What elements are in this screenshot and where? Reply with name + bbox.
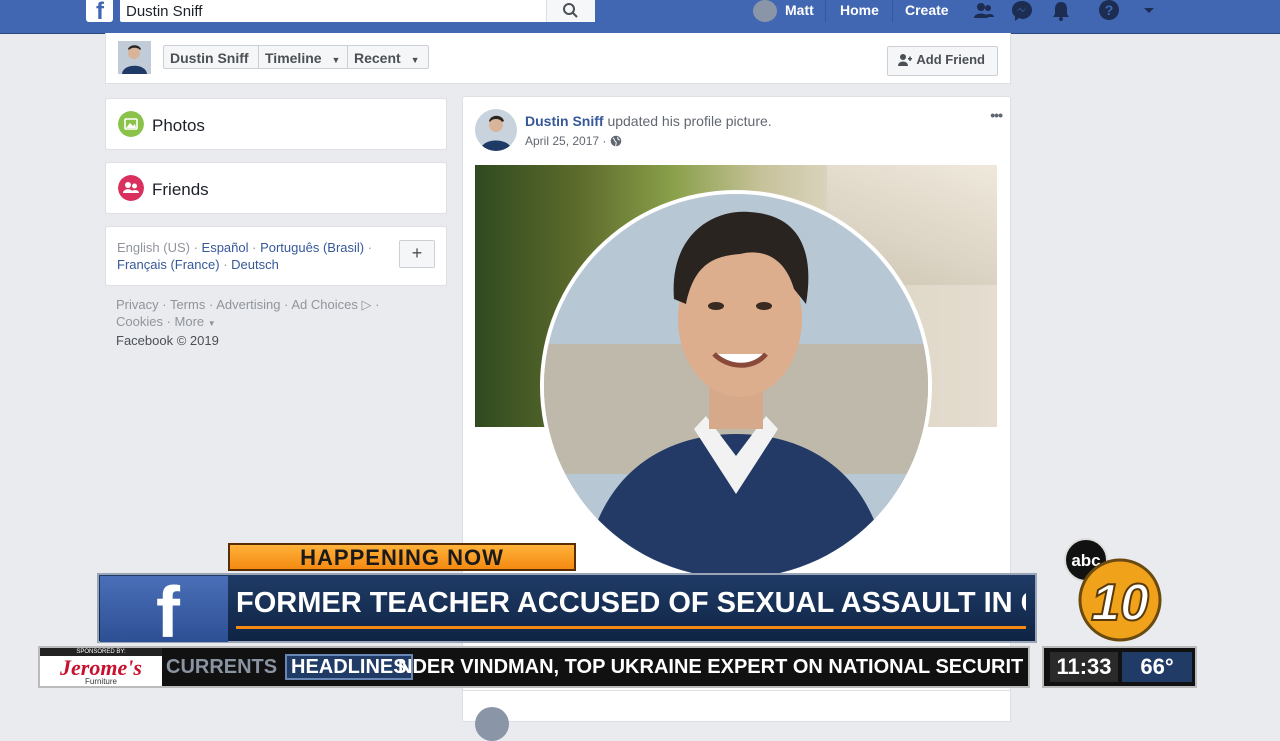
sponsor-subtitle: Furniture xyxy=(84,677,117,686)
search-bar xyxy=(120,0,595,22)
footer-ad-choices[interactable]: Ad Choices xyxy=(291,297,357,312)
profile-avatar-thumbnail[interactable] xyxy=(118,41,151,74)
timeline-label: Timeline xyxy=(265,50,322,66)
profile-name-button[interactable]: Dustin Sniff xyxy=(163,45,259,69)
footer-copyright: Facebook © 2019 xyxy=(116,333,219,348)
ticker-headlines-label: HEADLINES xyxy=(285,654,413,680)
author-avatar[interactable] xyxy=(475,109,517,151)
chevron-down-icon: ▼ xyxy=(207,319,216,328)
post-date[interactable]: April 25, 2017 xyxy=(525,134,599,148)
friends-section[interactable]: Friends xyxy=(105,162,447,214)
language-section: English (US) · Español · Português (Bras… xyxy=(105,226,447,286)
nav-user-name[interactable]: Matt xyxy=(785,2,814,18)
footer-links: Privacy · Terms · Advertising · Ad Choic… xyxy=(116,297,380,348)
person-portrait-icon xyxy=(544,194,928,578)
search-button[interactable] xyxy=(546,0,595,22)
facebook-logo-tile: f xyxy=(100,573,228,653)
help-icon[interactable]: ? xyxy=(1098,0,1120,22)
add-friend-label: Add Friend xyxy=(916,52,985,67)
account-menu-chevron-icon[interactable] xyxy=(1138,0,1160,22)
separator: · xyxy=(189,240,202,255)
headline-accent-line xyxy=(236,626,1026,629)
messenger-icon[interactable] xyxy=(1011,0,1033,22)
sponsor-logo: SPONSORED BY: Jerome's Furniture xyxy=(40,648,162,686)
chevron-down-icon: ▼ xyxy=(331,55,341,65)
add-friend-icon xyxy=(898,54,913,66)
nav-create[interactable]: Create xyxy=(905,2,949,18)
add-language-button[interactable]: + xyxy=(399,240,435,268)
ad-choices-icon: ▷ xyxy=(361,297,372,312)
profile-photo xyxy=(544,194,928,578)
separator: · xyxy=(248,240,261,255)
language-french[interactable]: Français (France) xyxy=(117,257,220,272)
footer-terms[interactable]: Terms xyxy=(170,297,205,312)
friends-icon xyxy=(118,175,144,201)
chevron-down-icon: ▼ xyxy=(410,55,420,65)
footer-advertising[interactable]: Advertising xyxy=(216,297,280,312)
footer-privacy[interactable]: Privacy xyxy=(116,297,159,312)
current-time: 11:33 xyxy=(1050,652,1118,682)
news-headline: FORMER TEACHER ACCUSED OF SEXUAL ASSAULT… xyxy=(236,587,1026,619)
post-header-text: Dustin Sniff updated his profile picture… xyxy=(525,113,772,129)
separator: · xyxy=(219,257,232,272)
profile-picture[interactable] xyxy=(540,190,932,582)
photos-label: Photos xyxy=(152,116,205,135)
profile-navigation-bar: Dustin Sniff Timeline ▼ Recent ▼ Add Fri… xyxy=(105,33,1011,84)
language-current: English (US) xyxy=(117,240,190,255)
search-icon xyxy=(563,3,578,18)
next-post-avatar[interactable] xyxy=(475,707,509,741)
post-author-link[interactable]: Dustin Sniff xyxy=(525,113,604,129)
friends-label: Friends xyxy=(152,180,209,199)
language-links: English (US) · Español · Português (Bras… xyxy=(117,239,387,273)
nav-divider xyxy=(892,0,893,22)
footer-more[interactable]: More xyxy=(175,314,205,329)
station-number-text: 10 xyxy=(1091,574,1149,632)
facebook-logo-icon[interactable]: f xyxy=(86,0,113,25)
post-action-text: updated his profile picture. xyxy=(607,113,772,129)
recent-label: Recent xyxy=(354,50,401,66)
globe-public-icon xyxy=(610,135,622,147)
timeline-dropdown[interactable]: Timeline ▼ xyxy=(258,45,348,69)
happening-now-banner: HAPPENING NOW xyxy=(228,543,576,571)
ticker-currents-label: CURRENTS xyxy=(166,656,278,678)
current-temperature: 66° xyxy=(1122,652,1192,682)
next-post-card xyxy=(462,690,1011,741)
svg-text:?: ? xyxy=(1105,2,1114,18)
nav-home[interactable]: Home xyxy=(840,2,879,18)
recent-dropdown[interactable]: Recent ▼ xyxy=(347,45,429,69)
person-photo-icon xyxy=(118,41,151,74)
separator: · xyxy=(364,240,373,255)
photos-section[interactable]: Photos xyxy=(105,98,447,150)
ticker-scroll-text: NDER VINDMAN, TOP UKRAINE EXPERT ON NATI… xyxy=(398,656,1024,678)
post-options-icon[interactable]: ••• xyxy=(990,107,1003,123)
language-portuguese[interactable]: Português (Brasil) xyxy=(260,240,364,255)
abc10-station-logo: abc 10 xyxy=(1064,538,1162,642)
notifications-bell-icon[interactable] xyxy=(1050,0,1072,22)
friend-requests-icon[interactable] xyxy=(973,0,995,22)
language-spanish[interactable]: Español xyxy=(202,240,249,255)
search-input[interactable] xyxy=(120,0,546,22)
footer-cookies[interactable]: Cookies xyxy=(116,314,163,329)
post-timestamp: April 25, 2017 · xyxy=(525,134,622,148)
facebook-f-icon: f xyxy=(156,573,180,653)
user-avatar[interactable] xyxy=(753,0,777,22)
photos-icon xyxy=(118,111,144,137)
add-friend-button[interactable]: Add Friend xyxy=(887,46,998,76)
nav-divider xyxy=(825,0,826,22)
language-german[interactable]: Deutsch xyxy=(231,257,279,272)
